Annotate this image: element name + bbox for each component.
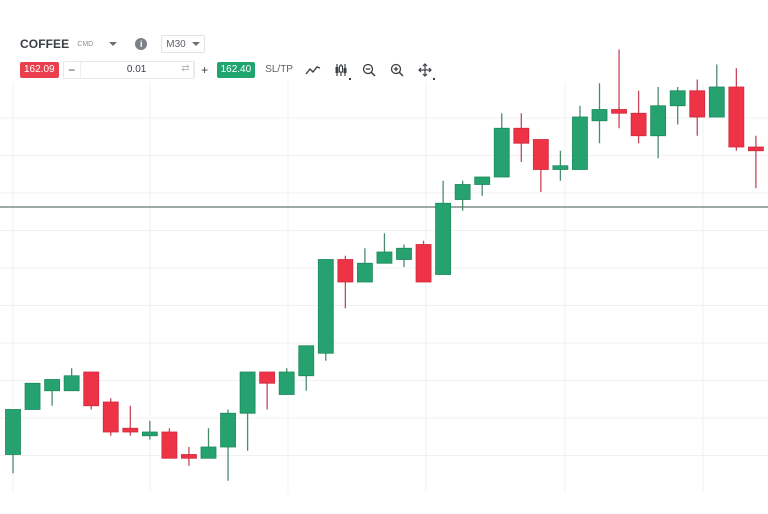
candle-body [650, 105, 667, 137]
candle-down [83, 371, 100, 410]
candle-body [337, 259, 354, 283]
symbol-type: CMD [77, 40, 94, 48]
candle-up [669, 87, 686, 125]
candle-body [220, 412, 236, 448]
candle-body [5, 409, 21, 455]
candle-up [141, 420, 158, 440]
candle-up [572, 105, 588, 170]
instrument-header: COFFEE CMD i M30 [20, 35, 205, 53]
candle-body [435, 202, 452, 275]
zoom-in-icon[interactable] [389, 62, 405, 78]
crosshair-icon[interactable] [417, 62, 435, 80]
candle-body [493, 127, 510, 178]
candle-up [708, 64, 725, 118]
candle-body [122, 427, 139, 433]
candle-down [102, 398, 119, 436]
swap-icon[interactable]: ⇄ [181, 63, 189, 74]
candle-up [376, 233, 393, 264]
buy-button[interactable]: 162.40 [216, 61, 256, 78]
candle-down [181, 447, 197, 466]
candle-body [708, 86, 725, 118]
candle-body [591, 109, 608, 122]
candle-up [24, 382, 41, 410]
decrease-quantity-button[interactable]: − [64, 62, 80, 78]
candle-down [532, 139, 549, 192]
symbol-dropdown-icon[interactable] [109, 42, 118, 46]
candle-body [259, 371, 276, 384]
line-chart-icon[interactable] [305, 62, 321, 78]
candle-up [5, 409, 21, 474]
candle-body [181, 454, 197, 459]
candle-body [102, 401, 119, 433]
candle-body [278, 371, 295, 395]
candle-up [220, 409, 236, 481]
info-icon[interactable]: i [135, 38, 148, 50]
zoom-out-icon[interactable] [361, 62, 377, 78]
candle-down [259, 371, 276, 410]
candle-up [454, 180, 471, 211]
candle-body [474, 176, 491, 185]
candle-up [298, 345, 315, 391]
candle-body [396, 247, 412, 260]
candle-up [650, 87, 667, 159]
candle-up [435, 180, 452, 275]
candle-down [748, 135, 764, 189]
candles [5, 49, 764, 481]
symbol-name: COFFEE [20, 37, 70, 51]
candle-down [611, 49, 627, 129]
candle-up [44, 379, 60, 406]
chevron-down-icon [191, 42, 200, 46]
candle-body [63, 375, 80, 392]
candle-down [122, 405, 139, 436]
candle-body [611, 109, 627, 114]
quantity-input[interactable] [79, 61, 194, 78]
candle-down [728, 68, 745, 151]
candle-body [317, 259, 334, 354]
candle-body [415, 244, 432, 283]
candle-down [415, 240, 432, 283]
candle-body [141, 431, 158, 437]
candle-body [376, 251, 393, 264]
candle-down [337, 255, 354, 309]
candle-down [630, 90, 647, 144]
candle-up [317, 259, 334, 361]
candle-body [552, 165, 569, 170]
increase-quantity-button[interactable]: + [197, 62, 213, 78]
candle-up [493, 113, 510, 178]
candle-body [532, 139, 549, 170]
candle-body [356, 262, 373, 283]
sltp-button[interactable]: SL/TP [265, 64, 293, 75]
candle-body [454, 184, 471, 200]
candle-up [239, 371, 256, 451]
candlestick-icon[interactable] [333, 62, 351, 80]
candle-up [591, 83, 608, 144]
candle-body [748, 146, 764, 152]
trade-bar: 162.09 − ⇄ + 162.40 SL/TP [20, 60, 435, 80]
quantity-stepper: − ⇄ [62, 60, 195, 79]
sell-button[interactable]: 162.09 [20, 61, 59, 78]
candle-body [83, 371, 100, 407]
candle-down [513, 113, 530, 162]
candle-up [200, 428, 217, 459]
candle-body [24, 382, 41, 410]
candle-body [728, 86, 745, 148]
candle-body [572, 116, 588, 170]
candle-body [689, 90, 706, 118]
candle-body [298, 345, 315, 377]
candle-body [44, 379, 60, 392]
candle-body [161, 431, 178, 459]
candle-body [630, 112, 647, 137]
candle-down [161, 428, 178, 459]
candle-up [63, 368, 80, 392]
candle-up [278, 368, 295, 395]
candle-body [200, 446, 217, 459]
candle-body [239, 371, 256, 414]
candle-body [513, 127, 530, 144]
candle-up [356, 248, 373, 283]
candle-up [396, 244, 412, 267]
candle-body [669, 90, 686, 107]
timeframe-value: M30 [166, 38, 186, 50]
timeframe-select[interactable]: M30 [161, 35, 205, 53]
